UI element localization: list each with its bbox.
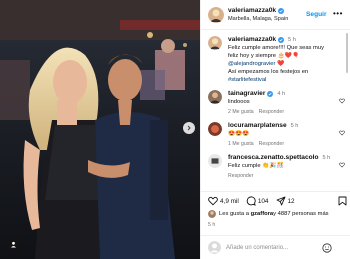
author-avatar[interactable] [208,36,222,50]
post-date[interactable]: 5 h [208,222,215,228]
comment-likes[interactable]: 2 Me gusta [228,109,254,115]
share-button[interactable]: 12 [276,196,295,206]
comment-button[interactable]: 104 [246,196,269,206]
comment-time: 5 h [322,154,331,161]
comment-username[interactable]: tainagravier [228,90,265,97]
post-location[interactable]: Marbella, Malaga, Spain [228,16,288,22]
caption-emoji: ❤️ [275,61,285,67]
commenter-avatar[interactable] [208,122,222,136]
heart-icon[interactable] [339,98,345,104]
verified-icon [278,7,285,14]
reply-button[interactable]: Responder [259,141,284,147]
comment-text: Feliz cumple 👏🎉🎊 [228,163,284,169]
shares-count: 12 [287,197,295,205]
commenter-avatar[interactable] [208,90,222,104]
bookmark-icon[interactable] [338,196,347,206]
author-username[interactable]: valeriamazza0k [228,7,276,14]
comment-text: lindooos [228,99,250,105]
heart-icon[interactable] [339,162,345,168]
heart-icon[interactable] [339,130,345,136]
current-user-avatar [208,241,221,254]
post-photo[interactable] [0,0,200,259]
caption-line-3: @alejandrogravier ❤️ [228,60,284,68]
comment-time: 5 h [288,36,296,43]
liked-by-user[interactable]: gzaffora [251,211,274,217]
comment-username[interactable]: locuramarplatense [228,122,287,129]
comments-list: valeriamazza0k 5 h Feliz cumple amore!!!… [201,30,350,190]
liked-by-prefix: Les gusta a [219,211,249,217]
likes-count: 4,9 mil [220,197,239,205]
caption-line-2: feliz hoy y siempre 🎂❤️🎈 [228,53,300,59]
comment-time: 5 h [290,122,299,129]
post-sidebar: valeriamazza0k Marbella, Malaga, Spain S… [200,0,350,259]
share-icon [276,196,285,206]
emoji-icon[interactable] [322,243,332,253]
comment-icon [246,196,256,206]
reply-button[interactable]: Responder [259,109,284,115]
reply-button[interactable]: Responder [228,173,253,179]
more-options-icon[interactable]: ••• [333,10,343,18]
heart-icon [208,196,218,206]
chevron-right-icon [187,125,191,131]
commenter-avatar[interactable] [208,154,222,168]
post-actions: 4,9 mil 104 12 Les gusta a gzaffora y 48… [201,191,350,235]
caption-line-4: Así empezamos los festejos en [228,69,309,75]
next-photo-button[interactable] [183,122,195,134]
liker-avatar[interactable] [208,210,216,218]
caption-line-1: Feliz cumple amore!!!! Que seas muy [228,45,325,51]
comments-scrollbar[interactable] [346,33,348,73]
comment-likes[interactable]: 1 Me gusta [228,141,254,147]
hashtag-link[interactable]: #starlitefestival [228,76,266,84]
photo-image [0,0,200,259]
liked-by-line: Les gusta a gzaffora y 4887 personas más [208,210,329,218]
follow-button[interactable]: Seguir [306,11,327,18]
verified-icon [278,36,285,43]
user-tag-icon [10,241,16,247]
post-header: valeriamazza0k Marbella, Malaga, Spain S… [201,0,350,30]
verified-icon [267,90,274,97]
comment-username[interactable]: francesca.zenatto.spettacolo [228,154,319,161]
add-comment-bar: Añade un comentario... [201,235,350,259]
comment-time: 4 h [277,90,286,97]
mention-link[interactable]: @alejandrogravier [228,61,275,67]
like-button[interactable]: 4,9 mil [208,196,239,206]
comment-text: 😍😍😍 [228,131,250,137]
comments-count: 104 [257,197,269,205]
liked-by-suffix[interactable]: y 4887 personas más [273,211,328,217]
user-tag-button[interactable] [7,238,19,250]
comment-input[interactable]: Añade un comentario... [226,245,288,251]
author-avatar[interactable] [208,7,224,23]
comment-username[interactable]: valeriamazza0k [228,36,276,43]
